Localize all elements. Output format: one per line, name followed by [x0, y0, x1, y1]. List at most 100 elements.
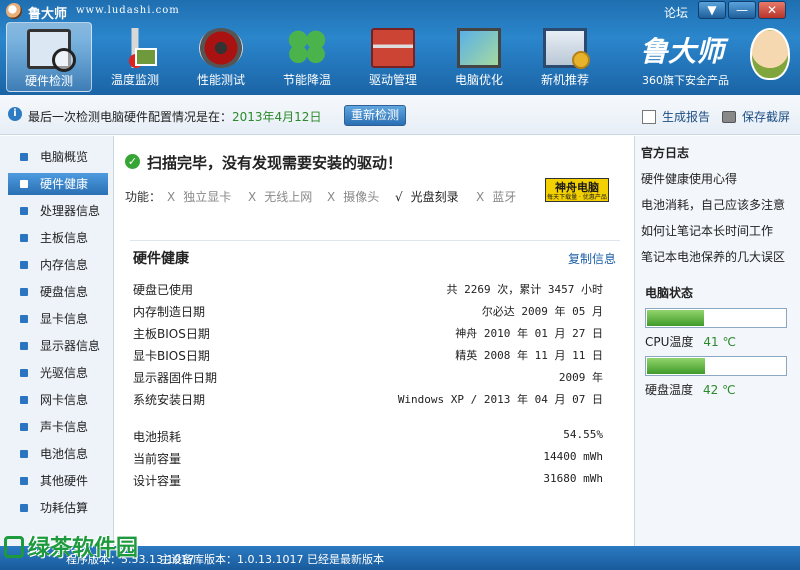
sidebar-item-disk[interactable]: 硬盘信息	[8, 281, 108, 303]
row-value: 54.55%	[563, 428, 603, 441]
sidebar-item-label: 硬盘信息	[40, 285, 89, 299]
feature-label: 摄像头	[343, 190, 380, 204]
row-value: 共 2269 次，累计 3457 小时	[446, 283, 603, 296]
cpu-temp-value: 41 ℃	[703, 335, 736, 349]
cpu-temp-bar	[645, 308, 787, 328]
copy-info-link[interactable]: 复制信息	[568, 250, 616, 267]
tab-new-pc[interactable]: 新机推荐	[522, 22, 608, 92]
sidebar-item-optical[interactable]: 光驱信息	[8, 362, 108, 384]
sidebar-item-hardware-health[interactable]: 硬件健康	[8, 173, 108, 195]
table-row: 当前容量 14400 mWh	[133, 450, 603, 468]
sidebar-item-label: 功耗估算	[40, 501, 89, 515]
check-icon: ✓	[125, 154, 140, 169]
table-row: 内存制造日期 尔必达 2009 年 05 月	[133, 303, 603, 321]
app-window: 鲁大师 www.ludashi.com 论坛 ▼ — ✕ 硬件检测 温度监测 性…	[0, 0, 800, 570]
watermark-text: 绿茶软件园	[28, 535, 139, 561]
tab-optimize[interactable]: 电脑优化	[436, 22, 522, 92]
sidebar: 电脑概览 硬件健康 处理器信息 主板信息 内存信息 硬盘信息 显卡信息 显示器信…	[0, 136, 114, 546]
row-key: 当前容量	[133, 452, 182, 466]
scan-result-message: 扫描完毕，没有发现需要安装的驱动！	[147, 154, 403, 172]
performance-gauge-icon	[199, 28, 243, 68]
blog-link[interactable]: 硬件健康使用心得	[641, 170, 737, 187]
feature-label: 光盘刻录	[410, 190, 459, 204]
sidebar-item-label: 硬件健康	[40, 177, 89, 191]
sidebar-item-gpu[interactable]: 显卡信息	[8, 308, 108, 330]
sidebar-item-label: 光驱信息	[40, 366, 89, 380]
section-divider	[130, 240, 620, 241]
feature-camera: X 摄像头	[327, 188, 379, 205]
watermark-logo-icon	[4, 536, 24, 558]
app-url: www.ludashi.com	[76, 5, 180, 16]
feature-disc-burning: √ 光盘刻录	[395, 188, 459, 205]
sidebar-item-label: 其他硬件	[40, 474, 89, 488]
blog-link[interactable]: 如何让笔记本长时间工作	[641, 222, 773, 239]
clover-icon	[285, 28, 329, 68]
section-title: 硬件健康	[133, 251, 189, 267]
sidebar-item-label: 电池信息	[40, 447, 89, 461]
sidebar-item-memory[interactable]: 内存信息	[8, 254, 108, 276]
sidebar-item-power[interactable]: 功耗估算	[8, 497, 108, 519]
generate-report-button[interactable]: 生成报告	[642, 108, 710, 125]
tab-power-saving[interactable]: 节能降温	[264, 22, 350, 92]
blog-link[interactable]: 电池消耗，自己应该多注意	[641, 196, 785, 213]
cpu-temp-fill	[647, 310, 704, 326]
main-content: ✓ 扫描完毕，没有发现需要安装的驱动！ 功能： X 独立显卡 X 无线上网 X 摄像头…	[115, 136, 633, 546]
sidebar-item-sound[interactable]: 声卡信息	[8, 416, 108, 438]
feature-wireless: X 无线上网	[248, 188, 312, 205]
vendor-name: 神舟电脑	[555, 181, 599, 194]
row-key: 硬盘已使用	[133, 283, 194, 297]
tab-performance[interactable]: 性能测试	[178, 22, 264, 92]
sidebar-item-motherboard[interactable]: 主板信息	[8, 227, 108, 249]
table-row: 主板BIOS日期 神舟 2010 年 01 月 27 日	[133, 325, 603, 343]
save-screenshot-button[interactable]: 保存截屏	[722, 108, 790, 125]
recheck-button[interactable]: 重新检测	[344, 105, 406, 126]
sidebar-item-overview[interactable]: 电脑概览	[8, 146, 108, 168]
brand-logo: 鲁大师 360旗下安全产品	[640, 28, 790, 88]
thermometer-icon	[113, 28, 157, 68]
row-key: 主板BIOS日期	[133, 327, 210, 341]
tab-drivers[interactable]: 驱动管理	[350, 22, 436, 92]
features-label: 功能：	[125, 190, 162, 204]
screenshot-label: 保存截屏	[742, 110, 791, 124]
minimize-icon[interactable]: —	[728, 1, 756, 19]
disk-temp-name: 硬盘温度	[645, 383, 694, 397]
sidebar-item-label: 声卡信息	[40, 420, 89, 434]
row-key: 内存制造日期	[133, 305, 206, 319]
info-icon: i	[8, 107, 22, 121]
row-value: 神舟 2010 年 01 月 27 日	[455, 327, 603, 340]
row-value: 31680 mWh	[543, 472, 603, 485]
header: 鲁大师 www.ludashi.com 论坛 ▼ — ✕ 硬件检测 温度监测 性…	[0, 0, 800, 95]
tab-label: 硬件检测	[24, 74, 73, 88]
sidebar-item-network[interactable]: 网卡信息	[8, 389, 108, 411]
row-key: 系统安装日期	[133, 393, 206, 407]
title-bar: 鲁大师 www.ludashi.com 论坛 ▼ — ✕	[0, 0, 800, 22]
sidebar-item-cpu[interactable]: 处理器信息	[8, 200, 108, 222]
camera-icon	[722, 111, 736, 123]
blog-title: 官方日志	[641, 146, 690, 160]
tab-hardware-scan[interactable]: 硬件检测	[6, 22, 92, 92]
bullet-icon	[20, 477, 28, 485]
menu-dropdown-icon[interactable]: ▼	[698, 1, 726, 19]
row-value: Windows XP / 2013 年 04 月 07 日	[397, 393, 603, 406]
blog-link[interactable]: 笔记本电池保养的几大误区	[641, 248, 785, 265]
cross-icon: X	[476, 190, 485, 204]
bullet-icon	[20, 342, 28, 350]
feature-label: 蓝牙	[492, 190, 517, 204]
vendor-sub: 每天下载量 · 优惠产品	[547, 194, 607, 201]
last-scan-text: 最后一次检测电脑硬件配置情况是在：	[28, 110, 233, 124]
main-toolbar: 硬件检测 温度监测 性能测试 节能降温 驱动管理 电脑优化 新机推荐	[6, 22, 608, 94]
table-row: 显卡BIOS日期 精英 2008 年 11 月 11 日	[133, 347, 603, 365]
row-key: 设计容量	[133, 474, 182, 488]
sidebar-item-label: 显示器信息	[40, 339, 101, 353]
disk-temp-fill	[647, 358, 705, 374]
sidebar-item-label: 显卡信息	[40, 312, 89, 326]
tab-temperature[interactable]: 温度监测	[92, 22, 178, 92]
sidebar-item-battery[interactable]: 电池信息	[8, 443, 108, 465]
sidebar-item-monitor[interactable]: 显示器信息	[8, 335, 108, 357]
table-row: 硬盘已使用 共 2269 次，累计 3457 小时	[133, 281, 603, 299]
close-icon[interactable]: ✕	[758, 1, 786, 19]
forum-link[interactable]: 论坛	[664, 4, 688, 21]
sidebar-item-other[interactable]: 其他硬件	[8, 470, 108, 492]
report-label: 生成报告	[662, 110, 711, 124]
db-version: 主设备库版本：1.0.13.1017 已经是最新版本	[160, 553, 384, 566]
